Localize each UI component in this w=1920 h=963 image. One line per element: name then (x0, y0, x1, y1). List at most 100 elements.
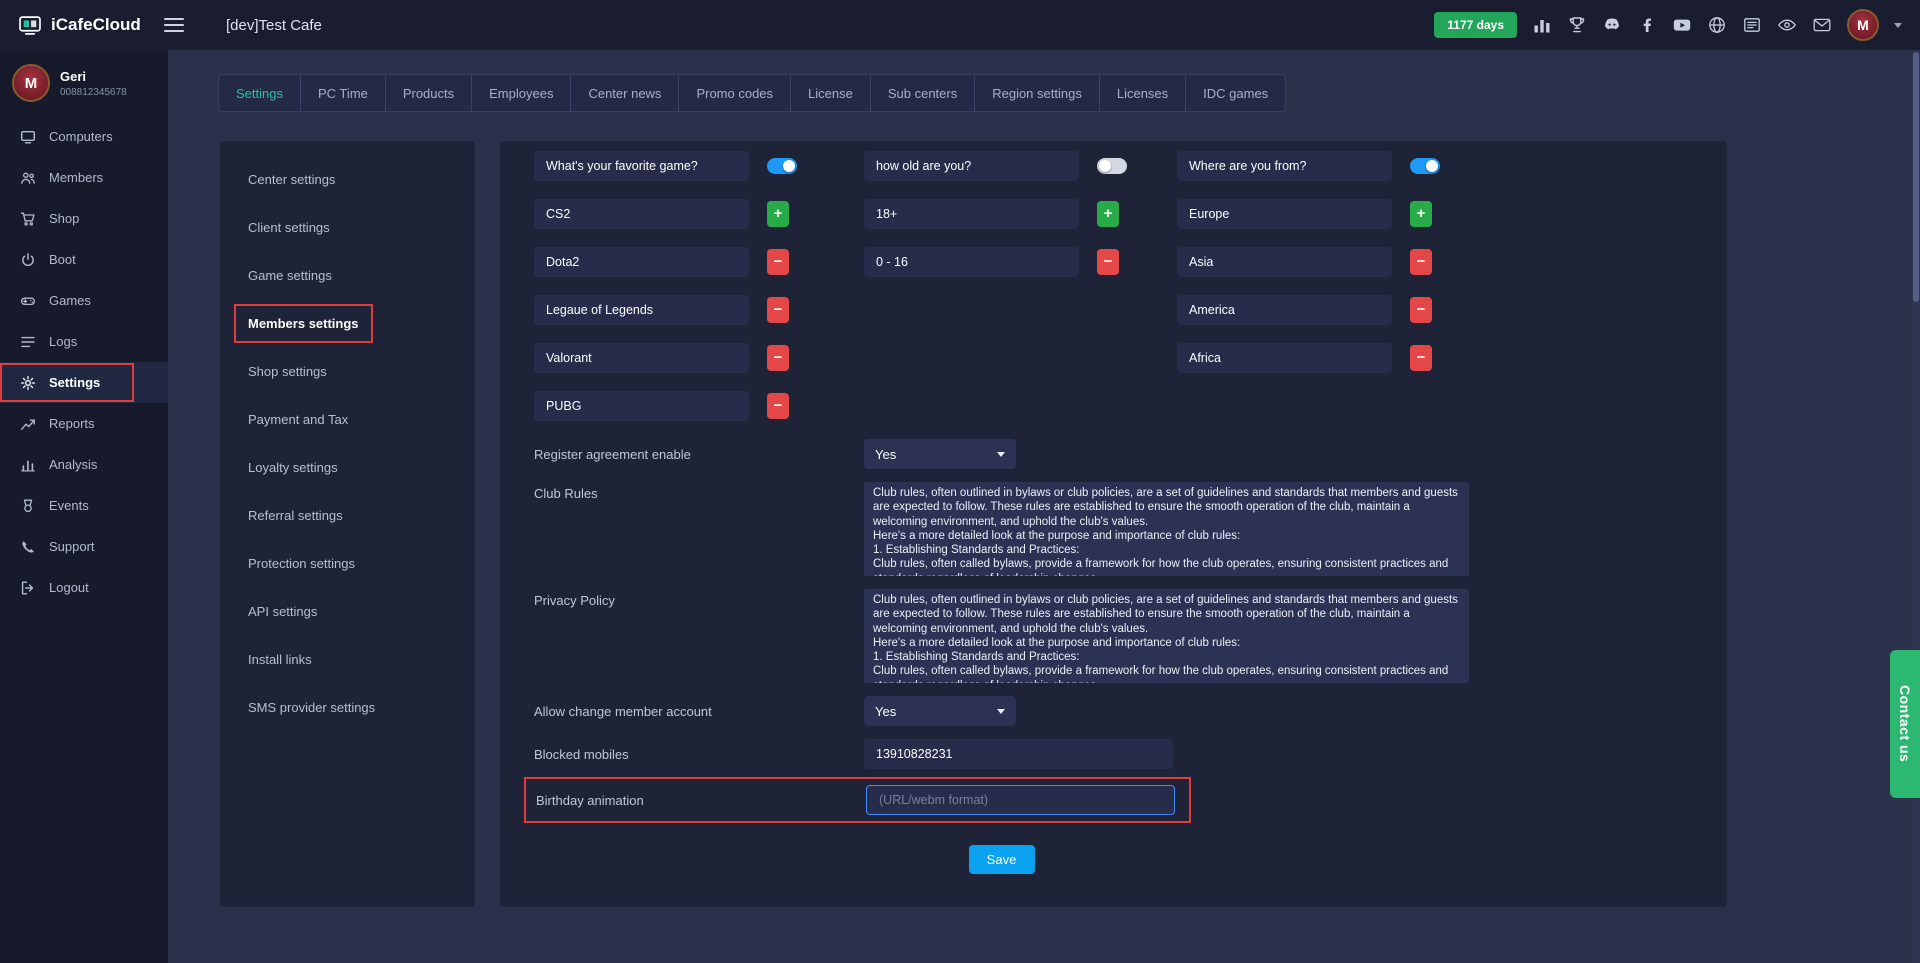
blocked-mobiles-input[interactable] (864, 739, 1173, 769)
remove-option-button[interactable]: − (767, 393, 789, 419)
tab-license[interactable]: License (790, 74, 871, 112)
sidebar-item-logs[interactable]: Logs (0, 321, 168, 362)
brand[interactable]: iCafeCloud (18, 15, 150, 36)
option-input[interactable] (534, 295, 749, 325)
option-input[interactable] (534, 247, 749, 277)
question-input[interactable] (1177, 151, 1392, 181)
menu-item-referral-settings[interactable]: Referral settings (220, 491, 475, 539)
tab-settings[interactable]: Settings (218, 74, 301, 112)
tab-pc-time[interactable]: PC Time (300, 74, 386, 112)
question-input[interactable] (864, 151, 1079, 181)
option-input[interactable] (534, 343, 749, 373)
allow-change-row: Allow change member account Yes (534, 696, 1727, 726)
tab-idc-games[interactable]: IDC games (1185, 74, 1286, 112)
page-scrollbar[interactable] (1912, 0, 1920, 963)
sidebar-item-logout[interactable]: Logout (0, 567, 168, 608)
menu-item-payment-and-tax[interactable]: Payment and Tax (220, 395, 475, 443)
sidebar-item-games[interactable]: Games (0, 280, 168, 321)
sidebar: M Geri 008812345678 Computers Members Sh… (0, 50, 168, 963)
topbar-right: 1177 days M (1434, 9, 1902, 41)
sidebar-item-analysis[interactable]: Analysis (0, 444, 168, 485)
remove-option-button[interactable]: − (1410, 249, 1432, 275)
tab-promo-codes[interactable]: Promo codes (678, 74, 791, 112)
tab-products[interactable]: Products (385, 74, 472, 112)
question-input[interactable] (534, 151, 749, 181)
option-input[interactable] (1177, 199, 1392, 229)
menu-item-install-links[interactable]: Install links (220, 635, 475, 683)
sidebar-item-boot[interactable]: Boot (0, 239, 168, 280)
remove-option-button[interactable]: − (767, 249, 789, 275)
trophy-icon[interactable] (1567, 15, 1587, 35)
allow-change-select[interactable]: Yes (864, 696, 1016, 726)
privacy-policy-textarea[interactable]: Club rules, often outlined in bylaws or … (864, 589, 1469, 683)
option-input[interactable] (1177, 247, 1392, 277)
menu-item-client-settings[interactable]: Client settings (220, 203, 475, 251)
option-input[interactable] (864, 199, 1079, 229)
sidebar-item-events[interactable]: Events (0, 485, 168, 526)
contact-us-button[interactable]: Contact us (1890, 650, 1920, 798)
option-input[interactable] (864, 247, 1079, 277)
content-row: Center settings Client settings Game set… (220, 141, 1920, 907)
sidebar-item-shop[interactable]: Shop (0, 198, 168, 239)
tab-sub-centers[interactable]: Sub centers (870, 74, 975, 112)
scrollbar-thumb[interactable] (1913, 52, 1919, 302)
tab-region-settings[interactable]: Region settings (974, 74, 1100, 112)
sidebar-item-members[interactable]: Members (0, 157, 168, 198)
option-input[interactable] (534, 199, 749, 229)
logout-icon (20, 580, 36, 596)
menu-item-protection-settings[interactable]: Protection settings (220, 539, 475, 587)
save-button[interactable]: Save (969, 845, 1035, 874)
stats-icon[interactable] (1532, 15, 1552, 35)
add-option-button[interactable]: + (767, 201, 789, 227)
menu-item-sms-provider-settings[interactable]: SMS provider settings (220, 683, 475, 731)
sidebar-item-support[interactable]: Support (0, 526, 168, 567)
discord-icon[interactable] (1602, 15, 1622, 35)
menu-item-loyalty-settings[interactable]: Loyalty settings (220, 443, 475, 491)
menu-item-center-settings[interactable]: Center settings (220, 155, 475, 203)
days-badge[interactable]: 1177 days (1434, 12, 1517, 38)
user-avatar[interactable]: M (1847, 9, 1879, 41)
remove-option-button[interactable]: − (1410, 297, 1432, 323)
tab-employees[interactable]: Employees (471, 74, 571, 112)
option-input[interactable] (1177, 343, 1392, 373)
question-toggle[interactable] (1097, 158, 1127, 174)
add-option-button[interactable]: + (1410, 201, 1432, 227)
birthday-animation-input[interactable] (866, 785, 1175, 815)
settings-menu: Center settings Client settings Game set… (220, 141, 475, 907)
sidebar-item-computers[interactable]: Computers (0, 116, 168, 157)
field-label: Register agreement enable (534, 447, 864, 462)
tab-licenses[interactable]: Licenses (1099, 74, 1186, 112)
chevron-down-icon[interactable] (1894, 23, 1902, 28)
menu-item-members-settings[interactable]: Members settings (220, 299, 475, 347)
facebook-icon[interactable] (1637, 15, 1657, 35)
hamburger-menu-icon[interactable] (164, 18, 184, 32)
remove-option-button[interactable]: − (767, 297, 789, 323)
remove-option-button[interactable]: − (767, 345, 789, 371)
add-option-button[interactable]: + (1097, 201, 1119, 227)
register-agreement-select[interactable]: Yes (864, 439, 1016, 469)
club-rules-textarea[interactable]: Club rules, often outlined in bylaws or … (864, 482, 1469, 576)
menu-item-api-settings[interactable]: API settings (220, 587, 475, 635)
mail-icon[interactable] (1812, 15, 1832, 35)
user-block[interactable]: M Geri 008812345678 (0, 50, 168, 116)
youtube-icon[interactable] (1672, 15, 1692, 35)
option-input[interactable] (534, 391, 749, 421)
question-toggle[interactable] (767, 158, 797, 174)
sidebar-item-settings[interactable]: Settings (0, 362, 168, 403)
news-icon[interactable] (1742, 15, 1762, 35)
option-input[interactable] (1177, 295, 1392, 325)
remove-option-button[interactable]: − (1410, 345, 1432, 371)
menu-item-game-settings[interactable]: Game settings (220, 251, 475, 299)
sidebar-item-label: Reports (49, 416, 95, 431)
eye-icon[interactable] (1777, 15, 1797, 35)
tab-center-news[interactable]: Center news (570, 74, 679, 112)
globe-icon[interactable] (1707, 15, 1727, 35)
gear-icon (20, 375, 36, 391)
question-toggle[interactable] (1410, 158, 1440, 174)
question-column-age: + − (864, 151, 1177, 439)
remove-option-button[interactable]: − (1097, 249, 1119, 275)
monitor-icon (20, 129, 36, 145)
question-column-favorite-game: + − − − − (534, 151, 864, 439)
sidebar-item-reports[interactable]: Reports (0, 403, 168, 444)
menu-item-shop-settings[interactable]: Shop settings (220, 347, 475, 395)
